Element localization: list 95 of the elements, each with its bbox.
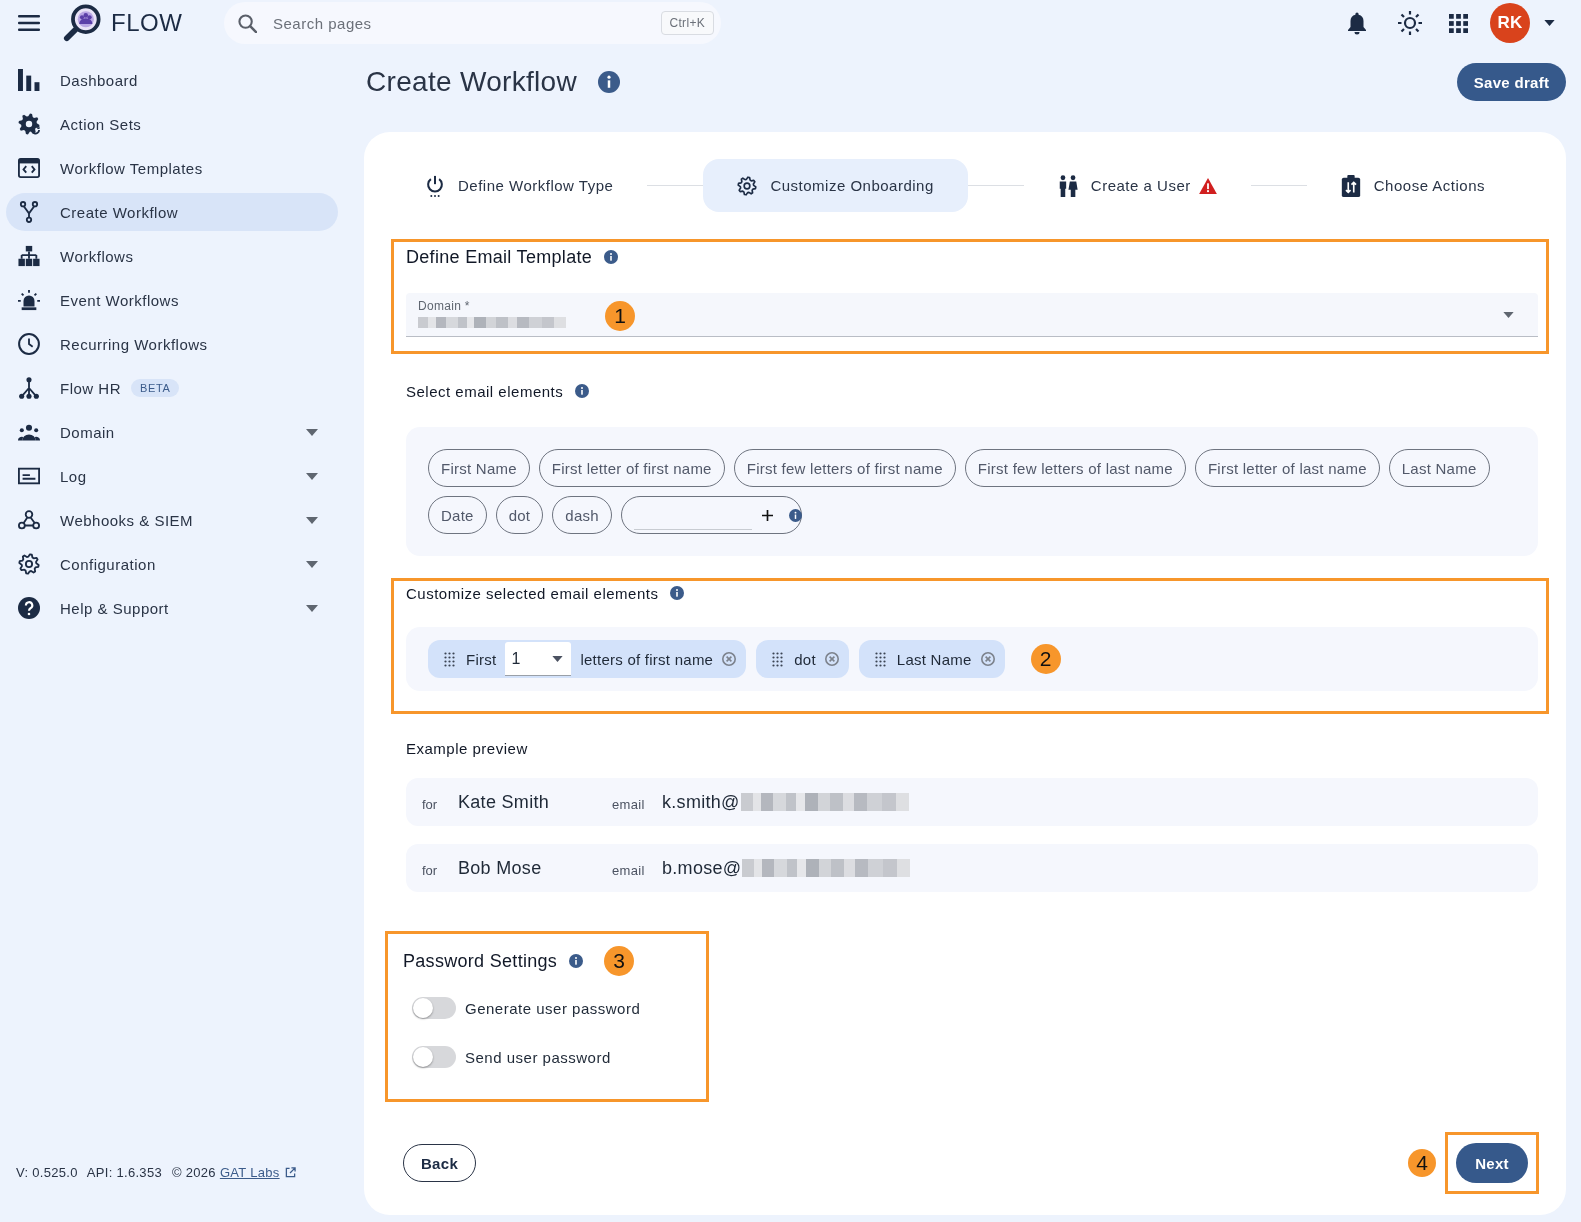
email-label: email <box>612 861 646 878</box>
avatar[interactable]: RK <box>1490 3 1530 43</box>
step-tab[interactable]: Customize Onboarding <box>703 159 968 212</box>
toggle-switch[interactable] <box>412 1046 456 1068</box>
sidebar-item[interactable]: Log <box>6 457 338 495</box>
step-tab[interactable]: Create a User <box>1023 159 1251 212</box>
next-button[interactable]: Next <box>1456 1143 1528 1183</box>
section-title: Define Email Template <box>406 246 593 268</box>
caret-icon[interactable] <box>552 655 564 662</box>
info-icon[interactable] <box>670 586 685 600</box>
close-icon[interactable] <box>722 652 737 666</box>
callout-number: 2 <box>1030 644 1061 674</box>
two-people-icon <box>1057 174 1078 197</box>
search-input[interactable]: Search pages <box>271 13 661 33</box>
info-icon[interactable] <box>788 508 802 522</box>
plus-icon[interactable] <box>761 509 773 521</box>
clock-icon <box>18 333 40 355</box>
save-draft-button[interactable]: Save draft <box>1457 63 1566 101</box>
siren-icon <box>18 289 40 311</box>
sidebar-item[interactable]: Create Workflow <box>6 193 338 231</box>
gear-icon <box>18 553 40 575</box>
toggle-switch[interactable] <box>412 997 456 1019</box>
sitemap-icon <box>18 245 40 267</box>
section-title: Select email elements <box>406 382 564 400</box>
copyright-text: © 2026 <box>171 1165 216 1180</box>
search-icon <box>238 13 257 33</box>
toggle-label: Generate user password <box>465 999 641 1017</box>
gear-icon <box>18 113 40 135</box>
count-select[interactable]: 1 <box>505 642 572 676</box>
app-name: FLOW <box>111 9 183 37</box>
selected-element-chip[interactable]: dot <box>756 640 849 678</box>
info-icon[interactable] <box>597 71 620 93</box>
sidebar-item[interactable]: Configuration <box>6 545 338 583</box>
for-label: for <box>422 861 439 878</box>
bar-chart-icon <box>18 69 40 91</box>
search-bar[interactable]: Search pages Ctrl+K <box>224 2 721 44</box>
help-icon <box>18 597 40 619</box>
section-title: Customize selected email elements <box>406 584 659 602</box>
version-text: V: 0.525.0 <box>16 1165 78 1180</box>
sidebar-item[interactable]: Help & Support <box>6 589 338 627</box>
person-name: Bob Mose <box>458 857 543 879</box>
callout-number: 4 <box>1408 1149 1436 1177</box>
section-title: Password Settings <box>403 950 558 972</box>
back-button[interactable]: Back <box>403 1144 476 1182</box>
menu-icon[interactable] <box>18 15 40 31</box>
for-label: for <box>422 795 439 812</box>
logo-icon <box>63 4 101 42</box>
clipboard-arrows-icon <box>1340 174 1361 197</box>
sidebar-item[interactable]: Flow HR BETA <box>6 369 338 407</box>
drag-handle-icon[interactable] <box>874 651 886 667</box>
info-icon[interactable] <box>604 250 619 264</box>
selected-element-chip[interactable]: Last Name <box>858 640 1005 678</box>
power-icon <box>425 174 445 197</box>
warning-icon <box>1198 177 1217 194</box>
sidebar-item[interactable]: Event Workflows <box>6 281 338 319</box>
shortcut-hint: Ctrl+K <box>660 11 714 35</box>
section-title: Example preview <box>406 739 528 757</box>
info-icon[interactable] <box>575 384 590 398</box>
email-label: email <box>612 795 646 812</box>
selected-element-chip[interactable]: First 1 letters of first name <box>428 640 747 678</box>
company-link[interactable]: GAT Labs <box>219 1165 280 1180</box>
sun-icon[interactable] <box>1398 11 1422 35</box>
page-title: Create Workflow <box>366 66 577 98</box>
toggle-label: Send user password <box>465 1048 611 1066</box>
step-tab[interactable]: Choose Actions <box>1306 159 1519 212</box>
sidebar-item[interactable]: Recurring Workflows <box>6 325 338 363</box>
sidebar-item[interactable]: Dashboard <box>6 61 338 99</box>
email-value: k.smith@ <box>662 791 740 813</box>
caret-icon[interactable] <box>1503 312 1514 318</box>
sidebar-item[interactable]: Domain <box>6 413 338 451</box>
callout-number: 3 <box>604 946 635 976</box>
step-tab[interactable]: Define Workflow Type <box>391 159 648 212</box>
apps-grid-icon[interactable] <box>1449 13 1468 33</box>
drag-handle-icon[interactable] <box>772 651 784 667</box>
gear-icon <box>737 174 758 197</box>
close-icon[interactable] <box>980 652 995 666</box>
sidebar-item[interactable]: Webhooks & SIEM <box>6 501 338 539</box>
email-value: b.mose@ <box>662 857 742 879</box>
person-name: Kate Smith <box>458 791 551 813</box>
drag-handle-icon[interactable] <box>444 651 455 667</box>
bell-icon[interactable] <box>1347 11 1367 35</box>
beta-tag: BETA <box>131 379 180 397</box>
branch-icon <box>18 201 40 223</box>
code-window-icon <box>18 157 40 179</box>
info-icon[interactable] <box>569 954 584 968</box>
sidebar-item[interactable]: Workflows <box>6 237 338 275</box>
caret-icon[interactable] <box>1544 20 1555 26</box>
close-icon[interactable] <box>824 652 839 666</box>
webhook-icon <box>18 509 40 531</box>
card-icon <box>18 465 40 487</box>
sidebar-item[interactable]: Workflow Templates <box>6 149 338 187</box>
sidebar-item[interactable]: Action Sets <box>6 105 338 143</box>
tree-diagram-icon <box>18 377 40 399</box>
external-link-icon[interactable] <box>284 1167 296 1178</box>
api-version-text: API: 1.6.353 <box>86 1165 162 1180</box>
